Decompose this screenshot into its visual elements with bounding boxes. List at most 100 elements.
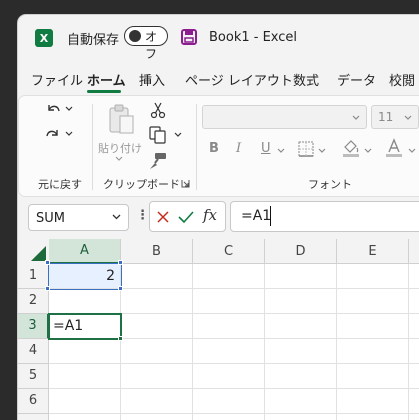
column-header-a[interactable]: A (49, 239, 121, 264)
fill-color-dropdown-chevron-icon[interactable] (364, 148, 372, 154)
cell-e4[interactable] (337, 339, 409, 364)
cell-b2[interactable] (121, 289, 193, 314)
cell-f2[interactable] (409, 289, 419, 314)
cell-f7[interactable] (409, 414, 419, 420)
cell-d3[interactable] (265, 314, 337, 339)
column-header-f[interactable] (409, 239, 419, 264)
row-header-3[interactable]: 3 (18, 314, 49, 339)
cell-c6[interactable] (193, 389, 265, 414)
column-header-d[interactable]: D (265, 239, 337, 264)
cell-a4[interactable] (49, 339, 121, 364)
cell-b5[interactable] (121, 364, 193, 389)
row-header-4[interactable]: 4 (18, 339, 49, 364)
borders-dropdown-chevron-icon[interactable] (318, 148, 326, 154)
undo-dropdown-chevron-icon[interactable] (65, 106, 73, 112)
cell-c2[interactable] (193, 289, 265, 314)
format-painter-icon[interactable] (149, 152, 167, 170)
cell-d6[interactable] (265, 389, 337, 414)
column-header-e[interactable]: E (337, 239, 409, 264)
row-header-6[interactable]: 6 (18, 389, 49, 414)
cell-e3[interactable] (337, 314, 409, 339)
cell-c1[interactable] (193, 264, 265, 289)
cell-c4[interactable] (193, 339, 265, 364)
bold-button[interactable]: B (209, 141, 219, 156)
cell-f1[interactable] (409, 264, 419, 289)
name-box-chevron-icon[interactable] (112, 214, 121, 220)
cell-b4[interactable] (121, 339, 193, 364)
column-header-c[interactable]: C (193, 239, 265, 264)
tab-file[interactable]: ファイル (31, 70, 83, 89)
dialog-launcher-icon[interactable] (181, 179, 190, 188)
cell-f3[interactable] (409, 314, 419, 339)
tab-formulas[interactable]: 数式 (293, 70, 319, 89)
tab-page-layout[interactable]: ページ レイアウト (185, 70, 293, 89)
row-header-7[interactable] (18, 414, 49, 420)
check-icon[interactable] (178, 210, 194, 224)
cell-a5[interactable] (49, 364, 121, 389)
insert-function-icon[interactable]: fx (203, 206, 217, 224)
underline-button[interactable]: U (261, 141, 271, 156)
reference-handle[interactable] (45, 286, 50, 291)
row-header-2[interactable]: 2 (18, 289, 49, 314)
tab-review[interactable]: 校閲 (389, 70, 415, 89)
name-box-value: SUM (36, 211, 65, 226)
tab-insert[interactable]: 挿入 (139, 70, 165, 89)
tab-data[interactable]: データ (337, 70, 376, 89)
paste-icon[interactable] (107, 104, 135, 136)
cell-c3[interactable] (193, 314, 265, 339)
underline-dropdown-chevron-icon[interactable] (277, 148, 285, 154)
excel-logo-icon: X (35, 29, 53, 47)
fill-handle[interactable] (118, 336, 123, 341)
cell-d1[interactable] (265, 264, 337, 289)
font-name-box[interactable] (202, 105, 367, 129)
cell-f4[interactable] (409, 339, 419, 364)
reference-handle[interactable] (118, 286, 123, 291)
scissors-icon[interactable] (150, 101, 166, 119)
cell-e7[interactable] (337, 414, 409, 420)
undo-icon[interactable] (45, 101, 61, 117)
borders-icon[interactable] (298, 141, 314, 157)
save-icon[interactable] (181, 29, 197, 45)
close-icon[interactable] (156, 210, 170, 224)
formula-input[interactable]: =A1 (230, 201, 419, 232)
active-cell-border (48, 313, 122, 340)
more-options-icon[interactable]: ⋮ (136, 208, 149, 223)
cell-c7[interactable] (193, 414, 265, 420)
fill-color-icon[interactable] (342, 138, 360, 158)
cell-f5[interactable] (409, 364, 419, 389)
cell-e6[interactable] (337, 389, 409, 414)
cell-d2[interactable] (265, 289, 337, 314)
paste-dropdown-chevron-icon[interactable] (115, 156, 123, 162)
column-header-b[interactable]: B (121, 239, 193, 264)
cell-c5[interactable] (193, 364, 265, 389)
cell-b1[interactable] (121, 264, 193, 289)
title-bar: X 自動保存 オフ Book1 - Excel (18, 15, 419, 61)
reference-handle[interactable] (45, 260, 50, 265)
font-color-icon[interactable] (385, 138, 403, 158)
cell-a6[interactable] (49, 389, 121, 414)
cell-e1[interactable] (337, 264, 409, 289)
reference-handle[interactable] (118, 260, 123, 265)
italic-button[interactable]: I (236, 141, 241, 156)
autosave-toggle[interactable]: オフ (124, 26, 168, 61)
cell-d7[interactable] (265, 414, 337, 420)
cell-d4[interactable] (265, 339, 337, 364)
cell-e2[interactable] (337, 289, 409, 314)
font-color-dropdown-chevron-icon[interactable] (408, 148, 416, 154)
tab-home[interactable]: ホーム (87, 70, 126, 89)
redo-icon[interactable] (45, 126, 61, 142)
font-size-box[interactable]: 11 (371, 105, 419, 129)
cell-a7[interactable] (49, 414, 121, 420)
cell-b7[interactable] (121, 414, 193, 420)
cell-d5[interactable] (265, 364, 337, 389)
row-header-5[interactable]: 5 (18, 364, 49, 389)
redo-dropdown-chevron-icon[interactable] (65, 131, 73, 137)
cell-b6[interactable] (121, 389, 193, 414)
cell-f6[interactable] (409, 389, 419, 414)
name-box[interactable]: SUM (28, 204, 129, 231)
cell-a2[interactable] (49, 289, 121, 314)
cell-e5[interactable] (337, 364, 409, 389)
copy-icon[interactable] (149, 126, 167, 144)
copy-dropdown-chevron-icon[interactable] (174, 132, 182, 138)
cell-b3[interactable] (121, 314, 193, 339)
